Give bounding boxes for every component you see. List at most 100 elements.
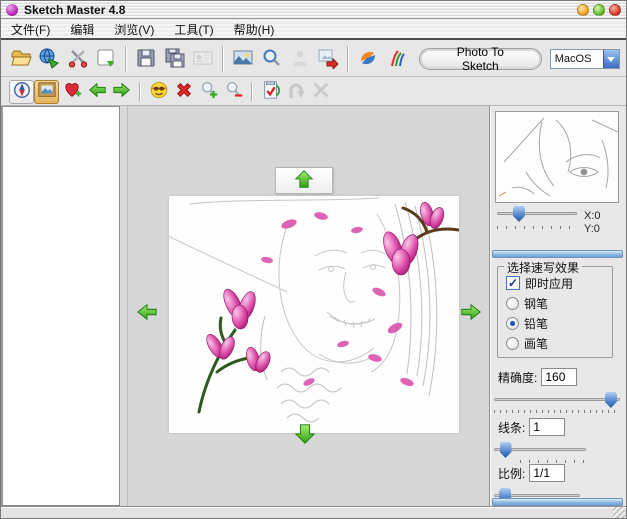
menu-view[interactable]: 浏览(V) xyxy=(114,21,154,38)
preview-zoom-slider[interactable] xyxy=(497,206,577,222)
panel-divider-top xyxy=(492,250,623,258)
tools-button[interactable] xyxy=(64,45,92,74)
toolbar-separator xyxy=(125,46,127,72)
export-button[interactable] xyxy=(314,45,342,74)
user-button[interactable] xyxy=(286,45,314,74)
delete-button[interactable] xyxy=(171,80,196,104)
menu-file[interactable]: 文件(F) xyxy=(11,21,50,38)
launch-button[interactable] xyxy=(9,80,34,104)
settings-panel: X:0 Y:0 选择速写效果 ✓ 即时应用 钢笔 铅笔 xyxy=(489,106,626,506)
magnify-button[interactable] xyxy=(257,45,285,74)
export-image-icon xyxy=(317,47,339,72)
style-dropdown[interactable]: MacOS xyxy=(550,49,620,69)
toolbar-separator xyxy=(251,82,253,102)
zoom-in-button[interactable] xyxy=(196,80,221,104)
scissors-tools-icon xyxy=(67,47,89,72)
precision-slider[interactable] xyxy=(494,392,620,408)
zoom-out-icon xyxy=(224,80,244,103)
contact-card-icon xyxy=(192,47,214,72)
lines-slider[interactable] xyxy=(494,442,586,458)
title-bar[interactable]: Sketch Master 4.8 xyxy=(1,1,626,19)
style-dropdown-value: MacOS xyxy=(551,53,603,65)
main-toolbar: Photo To Sketch MacOS xyxy=(1,42,626,77)
slider-thumb[interactable] xyxy=(605,392,617,408)
dropdown-button[interactable] xyxy=(603,50,619,68)
heart-add-icon xyxy=(62,80,82,103)
slider-thumb[interactable] xyxy=(513,206,525,222)
resize-grip[interactable] xyxy=(613,507,625,519)
picture-frame-button[interactable] xyxy=(34,80,59,104)
pan-down-button[interactable] xyxy=(292,422,318,448)
panel-divider-bottom xyxy=(492,498,623,506)
contact-card-button[interactable] xyxy=(189,45,217,74)
next-button[interactable] xyxy=(109,80,134,104)
instant-apply-checkbox[interactable]: ✓ xyxy=(506,276,520,290)
paint-button[interactable] xyxy=(383,45,411,74)
pen-radio[interactable] xyxy=(506,297,519,310)
menu-help[interactable]: 帮助(H) xyxy=(234,21,275,38)
new-canvas-button[interactable] xyxy=(92,45,120,74)
panel-splitter[interactable] xyxy=(120,106,127,506)
menu-edit[interactable]: 编辑 xyxy=(70,21,94,38)
status-bar xyxy=(1,506,626,519)
clipboard-check-icon xyxy=(261,80,281,103)
sketch-image xyxy=(169,196,459,433)
arrow-right-icon xyxy=(112,80,132,103)
user-icon xyxy=(289,47,311,72)
brush-radio[interactable] xyxy=(506,337,519,350)
slider-thumb[interactable] xyxy=(500,442,512,458)
close-button[interactable] xyxy=(609,4,621,16)
precision-label: 精确度: xyxy=(498,369,537,386)
lines-label: 线条: xyxy=(498,419,525,436)
preview-thumbnail xyxy=(495,111,619,203)
save-as-button[interactable] xyxy=(160,45,188,74)
open-button[interactable] xyxy=(7,45,35,74)
canvas-area xyxy=(127,106,489,506)
slider-ticks xyxy=(520,460,586,463)
maximize-button[interactable] xyxy=(593,4,605,16)
previous-button[interactable] xyxy=(84,80,109,104)
file-list-panel[interactable] xyxy=(1,106,120,506)
pencil-radio[interactable] xyxy=(506,317,519,330)
pen-radio-label: 钢笔 xyxy=(524,295,548,312)
paintbrush-icon xyxy=(386,47,408,72)
image-button[interactable] xyxy=(229,45,257,74)
x-coordinate: X:0 xyxy=(584,210,601,222)
discard-button[interactable] xyxy=(308,80,333,104)
pan-right-button[interactable] xyxy=(458,300,484,326)
new-canvas-icon xyxy=(95,47,117,72)
precision-input[interactable] xyxy=(541,368,577,386)
ratio-input[interactable] xyxy=(529,464,565,482)
effect-groupbox: 选择速写效果 ✓ 即时应用 钢笔 铅笔 画笔 xyxy=(497,266,613,358)
app-window: Sketch Master 4.8 文件(F) 编辑 浏览(V) 工具(T) 帮… xyxy=(0,0,627,519)
save-button[interactable] xyxy=(132,45,160,74)
lines-input[interactable] xyxy=(529,418,565,436)
smiley-effect-button[interactable] xyxy=(146,80,171,104)
undo-button[interactable] xyxy=(283,80,308,104)
gray-x-icon xyxy=(311,80,331,103)
navigation-toolbar xyxy=(1,78,626,106)
zoom-in-icon xyxy=(199,80,219,103)
red-x-icon xyxy=(174,80,194,103)
pan-up-button[interactable] xyxy=(275,167,333,194)
acquire-button[interactable] xyxy=(35,45,63,74)
apply-button[interactable] xyxy=(258,80,283,104)
favorite-add-button[interactable] xyxy=(59,80,84,104)
effect-group-title: 选择速写效果 xyxy=(504,259,582,276)
menu-tools[interactable]: 工具(T) xyxy=(174,21,213,38)
slider-ticks xyxy=(494,410,620,413)
menu-bar: 文件(F) 编辑 浏览(V) 工具(T) 帮助(H) xyxy=(1,20,626,40)
share-button[interactable] xyxy=(354,45,382,74)
pan-left-arrow-icon xyxy=(136,301,158,326)
toolbar-separator xyxy=(139,82,141,102)
photo-to-sketch-button[interactable]: Photo To Sketch xyxy=(419,48,542,70)
zoom-out-button[interactable] xyxy=(221,80,246,104)
slider-ticks xyxy=(497,226,577,229)
open-folder-icon xyxy=(10,47,32,72)
slider-track[interactable] xyxy=(497,212,577,215)
minimize-button[interactable] xyxy=(577,4,589,16)
slider-track[interactable] xyxy=(494,398,620,401)
compass-icon xyxy=(12,80,32,103)
y-coordinate: Y:0 xyxy=(584,223,600,235)
pan-left-button[interactable] xyxy=(134,300,160,326)
